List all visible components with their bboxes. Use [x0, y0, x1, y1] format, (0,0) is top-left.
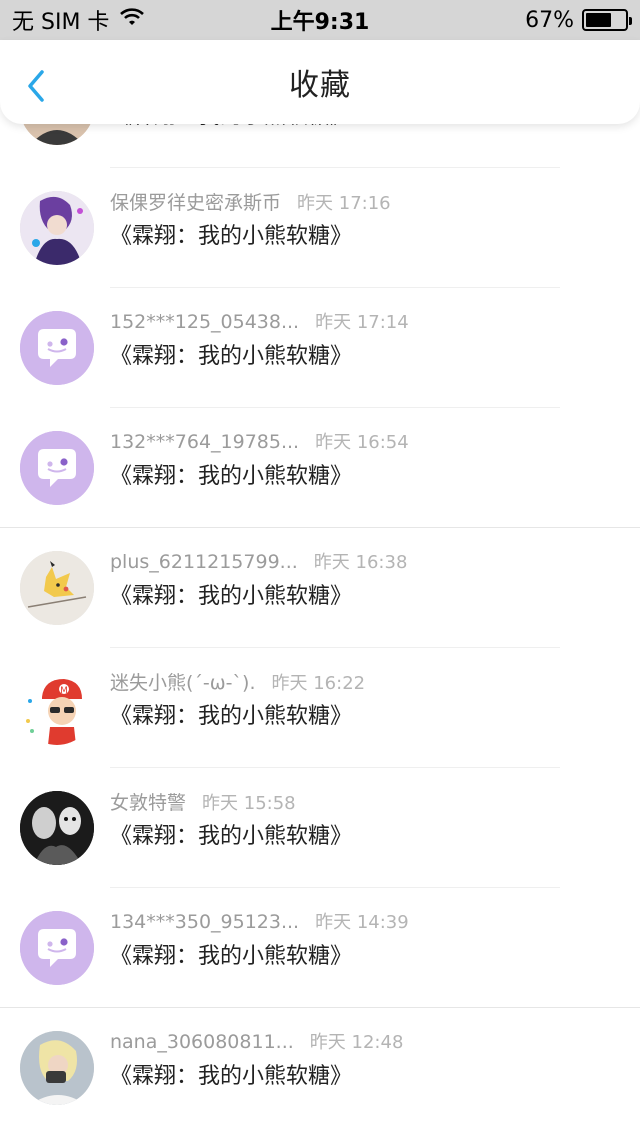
- item-meta: 保倮罗徉史密承斯币 昨天 17:16: [110, 188, 391, 215]
- svg-text:M: M: [60, 686, 68, 696]
- item-meta: 迷失小熊(´-ω-`). 昨天 16:22: [110, 668, 365, 695]
- default-chat-avatar: [20, 431, 94, 505]
- user-avatar: [20, 791, 94, 865]
- item-title: 《霖翔：我的小熊软糖》: [110, 704, 353, 729]
- list-item[interactable]: 女敦特警 昨天 15:58 《霖翔：我的小熊软糖》: [0, 768, 640, 888]
- item-username: plus_6211215799...: [110, 551, 298, 573]
- chevron-left-icon: [28, 70, 44, 102]
- item-meta: 132***764_19785... 昨天 16:54: [110, 428, 409, 454]
- item-title: 《霖翔：我的小熊软糖》: [110, 224, 353, 249]
- item-time: 昨天 17:14: [315, 312, 409, 333]
- item-time: 昨天 14:39: [315, 912, 409, 933]
- page-title: 收藏: [289, 68, 351, 103]
- item-meta: 152***125_05438... 昨天 17:14: [110, 308, 409, 334]
- list-item[interactable]: nana_306080811... 昨天 12:48 《霖翔：我的小熊软糖》: [0, 1008, 640, 1128]
- item-meta: nana_306080811... 昨天 12:48: [110, 1028, 403, 1054]
- item-username: nana_306080811...: [110, 1031, 294, 1053]
- item-title: 《霖翔：我的小熊软糖》: [110, 824, 353, 849]
- item-time: 昨天 16:38: [313, 552, 408, 573]
- item-meta: 134***350_95123... 昨天 14:39: [110, 908, 409, 934]
- navigation-bar: 收藏: [0, 40, 640, 124]
- list-item[interactable]: 保倮罗徉史密承斯币 昨天 17:16 《霖翔：我的小熊软糖》: [0, 168, 640, 288]
- item-username: 迷失小熊(´-ω-`).: [110, 672, 256, 694]
- list-item[interactable]: 134***350_95123... 昨天 14:39 《霖翔：我的小熊软糖》: [0, 888, 640, 1008]
- list-item[interactable]: 152***125_05438... 昨天 17:14 《霖翔：我的小熊软糖》: [0, 288, 640, 408]
- user-avatar: [20, 551, 94, 625]
- item-meta: plus_6211215799... 昨天 16:38: [110, 548, 407, 574]
- item-time: 昨天 16:54: [315, 432, 409, 453]
- item-username: 134***350_95123...: [110, 911, 300, 933]
- item-username: 132***764_19785...: [110, 431, 300, 453]
- user-avatar: [20, 1031, 94, 1105]
- favorites-list: 《霖翔：我的小熊软糖》 保倮罗徉史密承斯币 昨天 17:16 《霖翔：我的小熊软…: [0, 0, 640, 1136]
- default-chat-avatar: [20, 911, 94, 985]
- list-item[interactable]: M 迷失小熊(´-ω-`). 昨天 16:22 《霖翔：我的小熊软糖》: [0, 648, 640, 768]
- item-time: 昨天 12:48: [309, 1032, 404, 1053]
- item-title: 《霖翔：我的小熊软糖》: [110, 584, 353, 609]
- list-item[interactable]: 132***764_19785... 昨天 16:54 《霖翔：我的小熊软糖》: [0, 408, 640, 528]
- item-time: 昨天 17:16: [297, 193, 391, 214]
- item-time: 昨天 16:22: [271, 673, 366, 694]
- item-title: 《霖翔：我的小熊软糖》: [110, 944, 353, 969]
- item-username: 保倮罗徉史密承斯币: [110, 192, 282, 214]
- default-chat-avatar: [20, 311, 94, 385]
- item-title: 《霖翔：我的小熊软糖》: [110, 464, 353, 489]
- item-meta: 女敦特警 昨天 15:58: [110, 788, 296, 815]
- list-item[interactable]: plus_6211215799... 昨天 16:38 《霖翔：我的小熊软糖》: [0, 528, 640, 648]
- item-title: 《霖翔：我的小熊软糖》: [110, 1064, 353, 1089]
- item-title: 《霖翔：我的小熊软糖》: [110, 344, 353, 369]
- item-username: 152***125_05438...: [110, 311, 300, 333]
- user-avatar: M: [20, 671, 94, 745]
- item-time: 昨天 15:58: [202, 793, 296, 814]
- item-username: 女敦特警: [110, 792, 187, 814]
- back-button[interactable]: [20, 66, 52, 106]
- user-avatar: [20, 191, 94, 265]
